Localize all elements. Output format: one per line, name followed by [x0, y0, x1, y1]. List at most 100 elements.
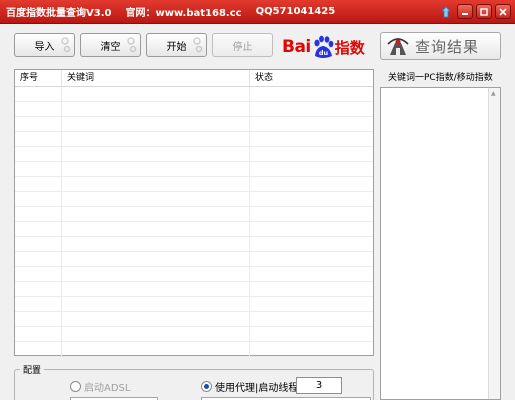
scroll-up-icon[interactable]: ▲ — [491, 90, 496, 97]
table-cell — [15, 297, 62, 311]
table-cell — [15, 237, 62, 251]
table-cell — [62, 132, 250, 146]
table-row[interactable] — [15, 192, 373, 207]
table-cell — [250, 252, 373, 266]
clear-button-label: 清空 — [100, 41, 121, 53]
table-cell — [250, 192, 373, 206]
adsl-radio[interactable] — [70, 381, 81, 392]
table-row[interactable] — [15, 177, 373, 192]
table-cell — [15, 267, 62, 281]
baidu-index-logo: Bai du 指数 — [282, 32, 374, 62]
table-cell — [250, 87, 373, 101]
table-cell — [15, 342, 62, 356]
query-results-label: 查询结果 — [415, 37, 480, 56]
table-cell — [62, 312, 250, 326]
table-body — [15, 87, 373, 357]
table-cell — [15, 252, 62, 266]
column-header-status[interactable]: 状态 — [250, 70, 373, 87]
table-row[interactable] — [15, 222, 373, 237]
start-button-label: 开始 — [166, 41, 187, 53]
eye-tower-icon — [387, 38, 409, 55]
table-cell — [62, 327, 250, 341]
import-button[interactable]: 导入 — [14, 33, 75, 57]
table-row[interactable] — [15, 162, 373, 177]
gear-decoration-icon — [193, 37, 203, 53]
table-cell — [250, 267, 373, 281]
table-row[interactable] — [15, 132, 373, 147]
table-cell — [250, 222, 373, 236]
table-cell — [62, 162, 250, 176]
table-cell — [62, 192, 250, 206]
table-row[interactable] — [15, 87, 373, 102]
table-cell — [62, 87, 250, 101]
table-cell — [62, 237, 250, 251]
result-list[interactable]: ▲ — [380, 87, 501, 400]
table-row[interactable] — [15, 282, 373, 297]
proxy-label: 使用代理|启动线程 — [215, 383, 299, 394]
table-row[interactable] — [15, 252, 373, 267]
table-cell — [62, 207, 250, 221]
logo-du-text: du — [319, 49, 329, 57]
adsl-label: 启动ADSL — [84, 383, 131, 394]
baidu-paw-icon: du — [314, 35, 334, 58]
gear-decoration-icon — [61, 37, 71, 53]
table-cell — [15, 162, 62, 176]
column-header-seq[interactable]: 序号 — [15, 70, 62, 87]
query-results-button[interactable]: 查询结果 — [380, 32, 501, 60]
window-controls — [438, 4, 511, 19]
table-row[interactable] — [15, 147, 373, 162]
table-row[interactable] — [15, 267, 373, 282]
table-header: 序号 关键词 状态 — [15, 70, 373, 87]
close-icon[interactable] — [495, 4, 511, 19]
maximize-icon[interactable] — [476, 4, 492, 19]
table-row[interactable] — [15, 342, 373, 357]
keyword-table[interactable]: 序号 关键词 状态 — [14, 69, 374, 357]
website-text: 官网：www.bat168.cc — [125, 8, 242, 19]
column-header-keyword[interactable]: 关键词 — [62, 70, 250, 87]
table-row[interactable] — [15, 117, 373, 132]
gear-decoration-icon — [127, 37, 137, 53]
table-cell — [15, 87, 62, 101]
table-cell — [15, 222, 62, 236]
table-cell — [250, 102, 373, 116]
table-cell — [250, 297, 373, 311]
clear-button[interactable]: 清空 — [80, 33, 141, 57]
table-cell — [250, 282, 373, 296]
table-row[interactable] — [15, 327, 373, 342]
table-cell — [250, 132, 373, 146]
proxy-option[interactable]: 使用代理|启动线程 — [201, 379, 298, 394]
stop-button[interactable]: 停止 — [212, 33, 273, 57]
table-cell — [15, 207, 62, 221]
vertical-scrollbar[interactable]: ▲ — [488, 88, 500, 399]
table-row[interactable] — [15, 237, 373, 252]
import-button-label: 导入 — [34, 41, 55, 53]
table-row[interactable] — [15, 297, 373, 312]
qq-text: QQ571041425 — [255, 6, 336, 17]
table-cell — [62, 297, 250, 311]
table-cell — [15, 177, 62, 191]
table-cell — [62, 252, 250, 266]
app-title: 百度指数批量查询V3.0 — [6, 8, 112, 19]
table-cell — [15, 117, 62, 131]
table-cell — [250, 237, 373, 251]
minimize-icon[interactable] — [457, 4, 473, 19]
table-cell — [62, 177, 250, 191]
start-button[interactable]: 开始 — [146, 33, 207, 57]
skin-icon[interactable] — [438, 4, 454, 19]
table-cell — [15, 192, 62, 206]
thread-count-input[interactable]: 3 — [296, 377, 342, 394]
proxy-radio[interactable] — [201, 381, 212, 392]
table-cell — [62, 102, 250, 116]
table-row[interactable] — [15, 207, 373, 222]
table-cell — [15, 147, 62, 161]
table-row[interactable] — [15, 102, 373, 117]
table-row[interactable] — [15, 312, 373, 327]
table-cell — [250, 147, 373, 161]
table-cell — [15, 327, 62, 341]
table-cell — [250, 342, 373, 356]
table-cell — [250, 177, 373, 191]
adsl-option[interactable]: 启动ADSL — [70, 379, 130, 394]
table-cell — [15, 282, 62, 296]
logo-zhishu-text: 指数 — [334, 38, 365, 57]
table-cell — [250, 207, 373, 221]
